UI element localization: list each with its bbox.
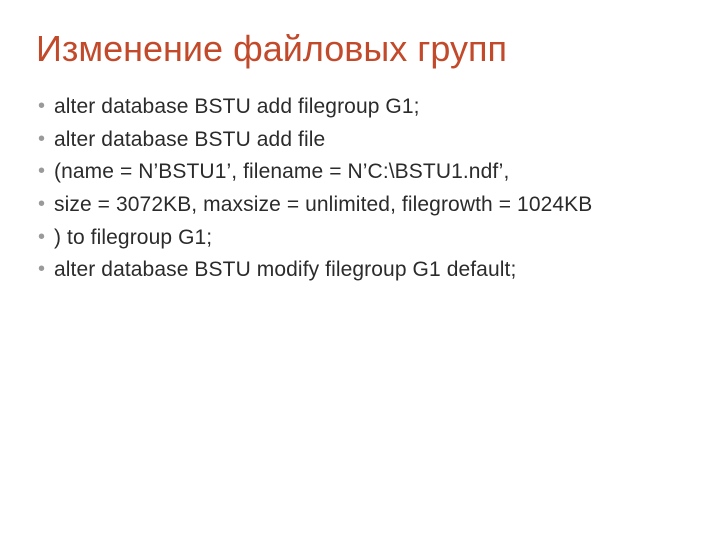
list-item: (name = N’BSTU1’, filename = N’C:\BSTU1.… xyxy=(38,156,684,189)
list-item: size = 3072KB, maxsize = unlimited, file… xyxy=(38,189,684,222)
slide-title: Изменение файловых групп xyxy=(36,28,684,69)
slide: Изменение файловых групп alter database … xyxy=(0,0,720,540)
list-item: alter database BSTU add filegroup G1; xyxy=(38,91,684,124)
bullet-list: alter database BSTU add filegroup G1; al… xyxy=(36,91,684,286)
list-item: alter database BSTU modify filegroup G1 … xyxy=(38,254,684,287)
list-item: ) to filegroup G1; xyxy=(38,222,684,255)
list-item: alter database BSTU add file xyxy=(38,124,684,157)
